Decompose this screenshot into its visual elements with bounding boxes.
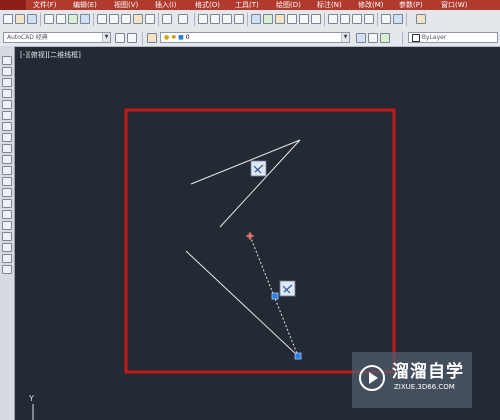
ucs-y-label: Y: [29, 394, 34, 403]
snap-marker-upper-icon: [250, 160, 267, 177]
play-logo-icon: [359, 365, 385, 391]
watermark-url: ZIXUE.3D66.COM: [394, 383, 455, 391]
grip-endpoint-icon[interactable]: [294, 352, 302, 360]
watermark: 溜溜自学 ZIXUE.3D66.COM: [352, 352, 472, 408]
center-marker-icon: [246, 232, 254, 240]
line-segment-lower[interactable]: [185, 250, 299, 357]
snap-marker-lower-icon: [279, 280, 296, 297]
grip-midpoint-icon[interactable]: [271, 292, 279, 300]
line-segment-upper[interactable]: [190, 139, 301, 228]
selection-frame: [124, 108, 396, 374]
watermark-title: 溜溜自学: [392, 362, 464, 382]
